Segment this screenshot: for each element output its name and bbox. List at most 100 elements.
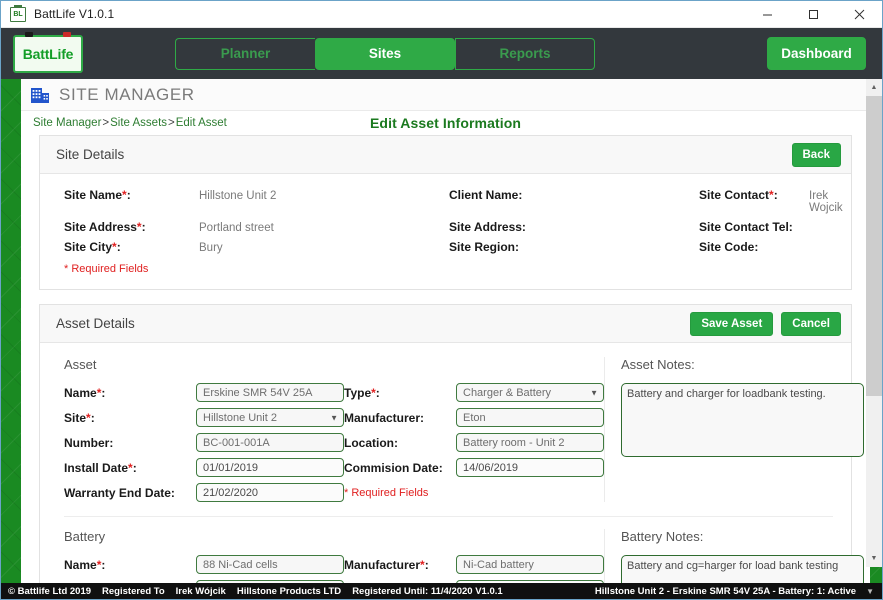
breadcrumb-item-site-manager[interactable]: Site Manager [33, 117, 101, 129]
section-divider [64, 516, 833, 517]
window-title: BattLife V1.0.1 [34, 7, 114, 21]
asset-notes-section: Asset Notes: Battery and charger for loa… [604, 357, 864, 502]
breadcrumb-separator: > [102, 117, 109, 129]
asset-site-select[interactable]: Hillstone Unit 2▼ [196, 408, 344, 427]
site-name-value: Hillstone Unit 2 [199, 190, 449, 202]
asset-details-header: Asset Details Save Asset Cancel [40, 305, 851, 343]
app-logo-icon-text: BL [13, 11, 22, 18]
page-header: SITE MANAGER [21, 79, 870, 111]
brand-logo-text: BattLife [23, 46, 74, 62]
site-address-value: Portland street [199, 222, 449, 234]
scroll-up-button[interactable]: ▲ [866, 79, 882, 96]
nav-tab-reports[interactable]: Reports [455, 38, 595, 70]
site-city-label: Site City*: [64, 240, 199, 254]
site-name-label: Site Name*: [64, 188, 199, 202]
battery-notes-section: Battery Notes: Battery and cg=harger for… [604, 529, 864, 584]
asset-install-date-input[interactable]: 01/01/2019 [196, 458, 344, 477]
close-icon [854, 9, 865, 20]
scroll-content: Site Details Back Site Name*: Hillstone … [21, 135, 870, 584]
client-address-label: Site Address: [449, 220, 569, 234]
breadcrumb: Site Manager>Site Assets>Edit Asset [33, 117, 227, 129]
site-code-label: Site Code: [699, 240, 809, 254]
asset-notes-label: Asset Notes: [621, 357, 864, 372]
window-titlebar: BL BattLife V1.0.1 [1, 1, 882, 28]
asset-section-title: Asset [64, 357, 604, 372]
app-header: BattLife Planner Sites Reports Dashboard [1, 28, 882, 79]
breadcrumb-row: Site Manager>Site Assets>Edit Asset Edit… [21, 111, 870, 135]
nav-tab-sites[interactable]: Sites [315, 38, 455, 70]
breadcrumb-item-edit-asset[interactable]: Edit Asset [176, 117, 227, 129]
status-bar: © Battlife Ltd 2019 Registered To Irek W… [1, 583, 882, 599]
status-context: Hillstone Unit 2 - Erskine SMR 54V 25A -… [595, 586, 856, 597]
cancel-button[interactable]: Cancel [781, 312, 841, 336]
battery-fields: Battery Name*: 88 Ni-Cad cells Manufactu… [64, 529, 604, 584]
asset-commision-date-input[interactable]: 14/06/2019 [456, 458, 604, 477]
maximize-button[interactable] [790, 1, 836, 28]
dashboard-button[interactable]: Dashboard [767, 37, 866, 70]
status-registered-to-value: Irek Wójcik [176, 586, 226, 597]
scrollbar-thumb[interactable] [866, 96, 882, 396]
site-contact-value: Irek Wojcik [809, 190, 843, 214]
chevron-down-icon: ▼ [590, 388, 598, 397]
battery-name-label: Name*: [64, 558, 196, 572]
breadcrumb-separator: > [168, 117, 175, 129]
status-right-group: Hillstone Unit 2 - Erskine SMR 54V 25A -… [595, 586, 878, 597]
battery-name-input[interactable]: 88 Ni-Cad cells [196, 555, 344, 574]
asset-required-note: * Required Fields [344, 487, 456, 499]
save-asset-button[interactable]: Save Asset [690, 312, 773, 336]
scroll-down-button[interactable]: ▼ [866, 550, 882, 567]
asset-name-input[interactable]: Erskine SMR 54V 25A [196, 383, 344, 402]
asset-details-actions: Save Asset Cancel [690, 312, 841, 336]
asset-manufacturer-input[interactable]: Eton [456, 408, 604, 427]
page-title: SITE MANAGER [59, 85, 195, 105]
chevron-down-icon[interactable]: ▼ [866, 587, 874, 596]
asset-type-select[interactable]: Charger & Battery▼ [456, 383, 604, 402]
site-city-value: Bury [199, 242, 449, 254]
asset-warranty-end-input[interactable]: 21/02/2020 [196, 483, 344, 502]
asset-number-input[interactable]: BC-001-001A [196, 433, 344, 452]
status-company: Hillstone Products LTD [237, 586, 341, 597]
vertical-scrollbar[interactable]: ▲ ▼ [866, 79, 882, 567]
asset-section: Asset Name*: Erskine SMR 54V 25A Type*: … [64, 357, 833, 502]
battery-notes-textarea[interactable]: Battery and cg=harger for load bank test… [621, 555, 864, 584]
client-name-label: Client Name: [449, 188, 569, 202]
building-icon [31, 86, 50, 103]
app-logo-icon: BL [10, 7, 26, 22]
asset-location-input[interactable]: Battery room - Unit 2 [456, 433, 604, 452]
application-window: BL BattLife V1.0.1 BattLife Planner Site… [0, 0, 883, 600]
site-details-body: Site Name*: Hillstone Unit 2 Client Name… [40, 174, 851, 289]
left-decorative-strip [1, 79, 21, 584]
main-nav: Planner Sites Reports [175, 38, 595, 70]
asset-details-panel: Asset Details Save Asset Cancel Asset [39, 304, 852, 584]
battery-manufacturer-label: Manufacturer*: [344, 558, 456, 572]
status-registered-until: Registered Until: 11/4/2020 V1.0.1 [352, 586, 503, 597]
window-controls [744, 1, 882, 28]
battery-manufacturer-input[interactable]: Ni-Cad battery [456, 555, 604, 574]
asset-type-label: Type*: [344, 386, 456, 400]
battery-section: Battery Name*: 88 Ni-Cad cells Manufactu… [64, 529, 833, 584]
back-button[interactable]: Back [792, 143, 842, 167]
close-button[interactable] [836, 1, 882, 28]
status-registered-to-label: Registered To [102, 586, 165, 597]
chevron-down-icon: ▼ [330, 413, 338, 422]
minimize-icon [762, 9, 773, 20]
asset-fields: Asset Name*: Erskine SMR 54V 25A Type*: … [64, 357, 604, 502]
asset-field-grid: Name*: Erskine SMR 54V 25A Type*: Charge… [64, 383, 604, 502]
status-left-group: © Battlife Ltd 2019 Registered To Irek W… [5, 586, 503, 597]
site-address-label: Site Address*: [64, 220, 199, 234]
minimize-button[interactable] [744, 1, 790, 28]
asset-commision-date-label: Commision Date: [344, 461, 456, 475]
asset-warranty-end-label: Warranty End Date: [64, 486, 196, 500]
site-details-actions: Back [792, 143, 842, 167]
asset-notes-textarea[interactable]: Battery and charger for loadbank testing… [621, 383, 864, 457]
site-region-label: Site Region: [449, 240, 569, 254]
site-contact-tel-label: Site Contact Tel: [699, 220, 809, 234]
breadcrumb-item-site-assets[interactable]: Site Assets [110, 117, 167, 129]
site-contact-label: Site Contact*: [699, 188, 809, 202]
brand-logo: BattLife [13, 35, 83, 73]
asset-install-date-label: Install Date*: [64, 461, 196, 475]
site-details-title: Site Details [56, 147, 124, 162]
asset-location-label: Location: [344, 436, 456, 450]
asset-details-body: Asset Name*: Erskine SMR 54V 25A Type*: … [40, 343, 851, 584]
nav-tab-planner[interactable]: Planner [175, 38, 315, 70]
